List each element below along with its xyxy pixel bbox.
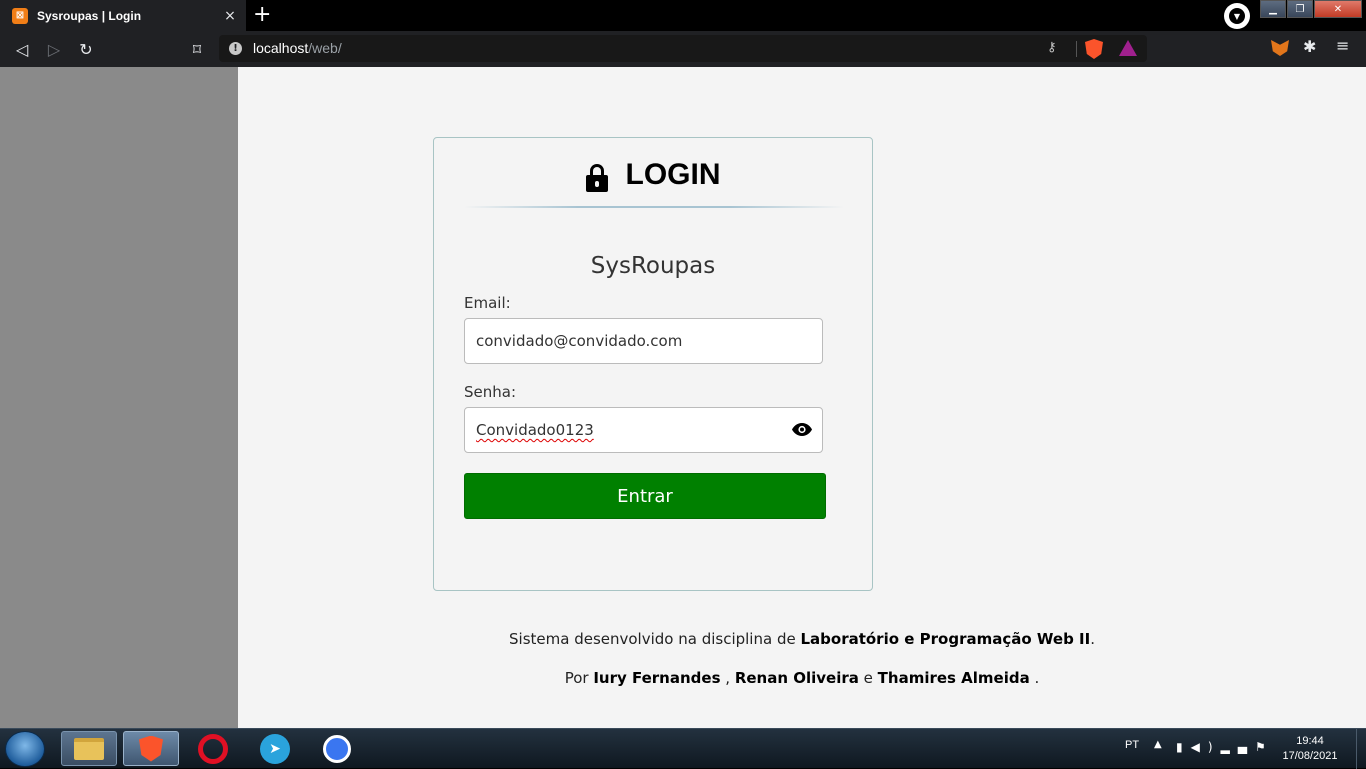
forward-icon[interactable]: ▷ xyxy=(44,39,64,59)
opera-icon xyxy=(198,733,228,764)
clock-date: 17/08/2021 xyxy=(1282,750,1338,762)
bookmark-icon[interactable]: ⌑ xyxy=(187,39,207,59)
folder-icon xyxy=(74,737,104,760)
taskbar: ➤ PT ▲ ▮◀)▂▄⚑ 19:44 17/08/2021 xyxy=(0,728,1366,769)
author-name: Renan Oliveira xyxy=(734,669,859,687)
footer-text: Sistema desenvolvido na disciplina de xyxy=(509,630,801,648)
email-value: convidado@convidado.com xyxy=(476,332,683,350)
footer-text: . xyxy=(1090,630,1095,648)
login-card: LOGIN SysRoupas Email: convidado@convida… xyxy=(433,137,873,591)
url-path: /web/ xyxy=(308,40,342,56)
extensions-icon[interactable]: ✱ xyxy=(1303,37,1316,56)
tab-title: Sysroupas | Login xyxy=(37,8,142,23)
chevron-down-icon: ▼ xyxy=(1229,8,1245,24)
window-maximize-button[interactable]: ❐ xyxy=(1287,0,1313,18)
login-title: LOGIN xyxy=(625,158,721,191)
header-divider xyxy=(464,206,844,208)
tab-search-button[interactable]: ▼ xyxy=(1224,3,1250,29)
key-icon[interactable]: ⚷ xyxy=(1047,40,1057,55)
clock[interactable]: 19:44 17/08/2021 xyxy=(1270,734,1350,764)
show-desktop-button[interactable] xyxy=(1356,729,1366,769)
reload-icon[interactable]: ↻ xyxy=(76,39,96,59)
email-field[interactable]: convidado@convidado.com xyxy=(464,318,823,364)
password-field[interactable]: Convidado0123 xyxy=(464,407,823,453)
footer-text: Por xyxy=(564,669,594,687)
footer-text: , xyxy=(720,669,735,687)
taskbar-brave[interactable] xyxy=(123,731,179,766)
web-page: LOGIN SysRoupas Email: convidado@convida… xyxy=(0,67,1366,728)
browser-tab-bar: ⊠ Sysroupas | Login × + ▼ ▁ ❐ ✕ xyxy=(0,0,1366,31)
telegram-icon: ➤ xyxy=(260,733,290,764)
brave-rewards-icon[interactable] xyxy=(1119,40,1137,56)
taskbar-opera[interactable] xyxy=(185,731,241,766)
url-host: localhost xyxy=(253,40,309,56)
login-header: LOGIN xyxy=(434,158,872,192)
tray-icons[interactable]: ▮◀)▂▄⚑ xyxy=(1176,740,1274,754)
toolbar-separator xyxy=(1076,41,1077,57)
taskbar-telegram[interactable]: ➤ xyxy=(247,731,303,766)
address-bar[interactable]: ! localhost/web/ ⚷ xyxy=(219,35,1147,62)
metamask-icon[interactable] xyxy=(1271,40,1289,56)
start-button[interactable] xyxy=(5,731,45,767)
eye-icon[interactable] xyxy=(792,423,812,436)
password-label: Senha: xyxy=(464,383,517,401)
author-name: Iury Fernandes xyxy=(593,669,721,687)
clock-time: 19:44 xyxy=(1296,735,1324,747)
footer-text: e xyxy=(858,669,878,687)
close-tab-icon[interactable]: × xyxy=(220,8,240,24)
footer-credits-line: Sistema desenvolvido na disciplina de La… xyxy=(238,630,1366,648)
taskbar-signal[interactable] xyxy=(309,731,365,766)
sidebar xyxy=(0,67,238,728)
brave-icon xyxy=(139,735,163,762)
course-name: Laboratório e Programação Web II xyxy=(800,630,1091,648)
menu-icon[interactable]: ≡ xyxy=(1336,36,1349,55)
url-text[interactable]: localhost/web/ xyxy=(253,40,342,56)
password-value: Convidado0123 xyxy=(476,421,594,439)
footer-text: . xyxy=(1029,669,1040,687)
network-icon[interactable]: ▂▄ xyxy=(1221,740,1255,754)
browser-toolbar: ◁ ▷ ↻ ⌑ ! localhost/web/ ⚷ ✱ ≡ xyxy=(0,31,1366,67)
submit-button[interactable]: Entrar xyxy=(464,473,826,519)
signal-icon xyxy=(323,734,351,763)
brave-shields-icon[interactable] xyxy=(1085,39,1103,59)
lock-icon xyxy=(585,164,608,192)
author-name: Thamires Almeida xyxy=(877,669,1030,687)
battery-icon[interactable]: ▮ xyxy=(1176,740,1191,754)
volume-icon[interactable]: ◀) xyxy=(1191,740,1221,754)
window-minimize-button[interactable]: ▁ xyxy=(1260,0,1286,18)
browser-tab[interactable]: ⊠ Sysroupas | Login × xyxy=(0,0,246,31)
taskbar-explorer[interactable] xyxy=(61,731,117,766)
window-close-button[interactable]: ✕ xyxy=(1314,0,1362,18)
language-indicator[interactable]: PT xyxy=(1125,739,1139,751)
xampp-favicon-icon: ⊠ xyxy=(12,7,28,24)
email-label: Email: xyxy=(464,294,511,312)
back-icon[interactable]: ◁ xyxy=(12,39,32,59)
site-info-icon[interactable]: ! xyxy=(229,42,242,55)
tray-expand-icon[interactable]: ▲ xyxy=(1154,739,1162,750)
main-content: LOGIN SysRoupas Email: convidado@convida… xyxy=(238,67,1366,728)
app-name: SysRoupas xyxy=(590,253,716,279)
footer-authors-line: Por Iury Fernandes , Renan Oliveira e Th… xyxy=(238,669,1366,687)
new-tab-button[interactable]: + xyxy=(253,3,271,27)
